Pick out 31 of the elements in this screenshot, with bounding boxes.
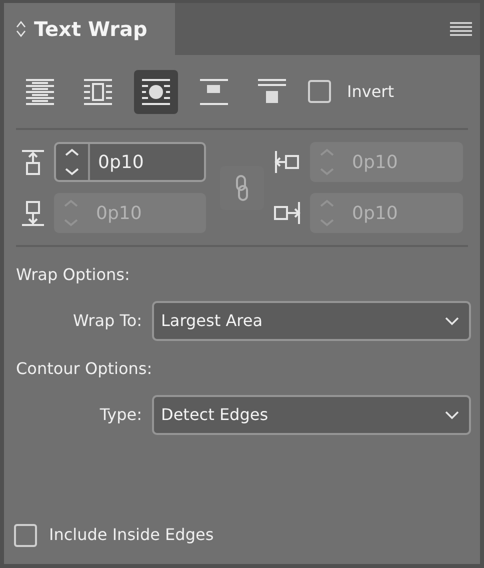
spinner-icon (64, 147, 80, 177)
invert-checkbox[interactable] (308, 80, 331, 103)
dropdown[interactable]: Largest Area (152, 301, 471, 341)
field-label: Wrap To: (72, 310, 143, 332)
offset-right-icon (274, 200, 301, 226)
offset-bottom-icon (20, 200, 47, 226)
dropdown[interactable]: Detect Edges (152, 395, 471, 435)
panel-title: Text Wrap (34, 16, 148, 43)
spinner-icon (63, 198, 79, 228)
invert-label: Invert (347, 80, 394, 102)
offset-field[interactable]: 0p10 (54, 142, 206, 182)
collapse-icon (16, 20, 26, 38)
chevron-down-icon (445, 410, 459, 420)
wrap-mode-icon (140, 76, 172, 106)
panel-tab[interactable]: Text Wrap (4, 3, 175, 55)
field-label: Type: (98, 404, 143, 426)
spinner-icon (319, 198, 335, 228)
include-inside-edges-checkbox[interactable] (14, 524, 37, 546)
menu-icon[interactable] (450, 21, 472, 37)
offset-top-icon (20, 148, 47, 176)
offset-left-icon (274, 148, 301, 176)
section-heading: Contour Options: (15, 358, 154, 380)
wrap-mode-button[interactable] (134, 70, 178, 114)
link-icon (235, 174, 249, 202)
wrap-mode-icon (82, 76, 114, 106)
spinner-icon (319, 147, 335, 177)
section-heading: Wrap Options: (15, 264, 131, 286)
wrap-mode-icon (198, 76, 230, 106)
include-inside-edges-label: Include Inside Edges (49, 524, 214, 546)
wrap-mode-icon (24, 76, 56, 106)
chevron-down-icon (445, 316, 459, 326)
